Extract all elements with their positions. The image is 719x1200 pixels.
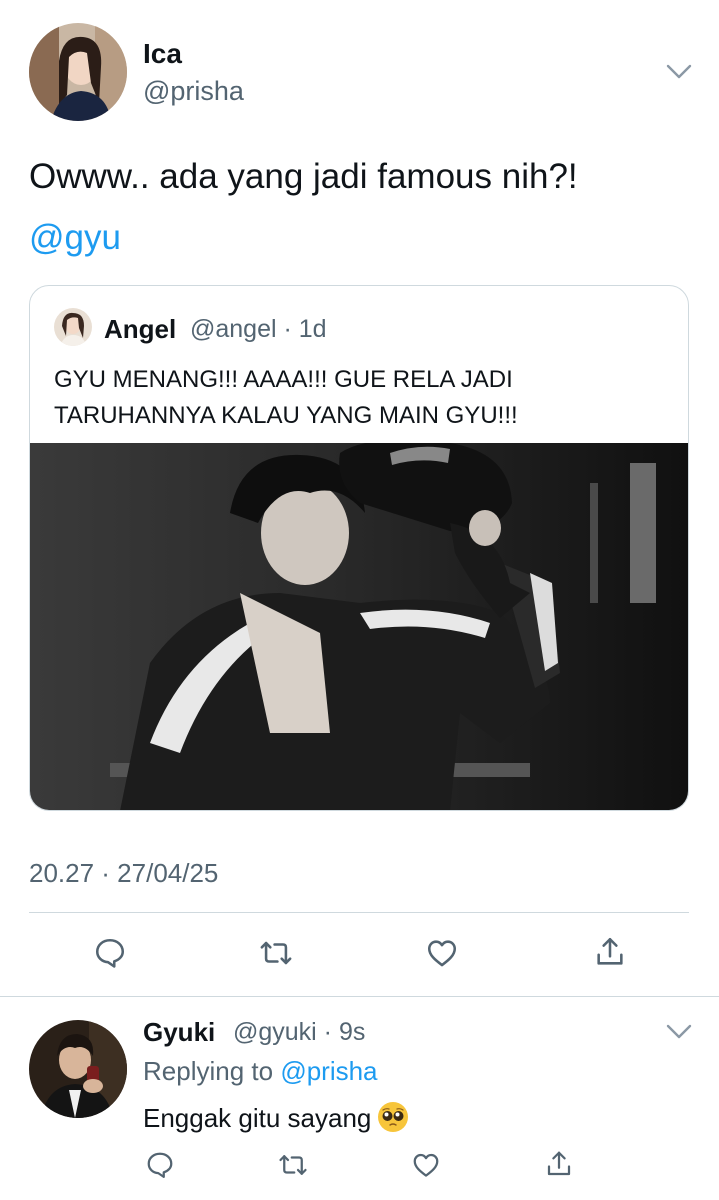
reply-author-avatar[interactable] — [29, 1020, 127, 1118]
replying-to-label: Replying to — [143, 1056, 281, 1086]
like-button[interactable] — [425, 936, 459, 975]
share-icon — [547, 1151, 571, 1176]
quoted-author-avatar[interactable] — [54, 308, 92, 346]
tweet-timestamp[interactable]: 20.27 · 27/04/25 — [29, 858, 218, 889]
author-name[interactable]: Ica — [143, 38, 182, 70]
reply-text: Enggak gitu sayang — [143, 1101, 409, 1134]
reply-retweet-button[interactable] — [278, 1150, 308, 1185]
quoted-author-name: Angel — [104, 314, 177, 344]
quoted-tweet-card[interactable]: Angel @angel · 1d GYU MENANG!!! AAAA!!! … — [29, 285, 689, 811]
reply-text-content: Enggak gitu sayang — [143, 1103, 372, 1133]
author-avatar[interactable] — [29, 23, 127, 121]
quoted-text-line: TARUHANNYA KALAU YANG MAIN GYU!!! — [54, 402, 518, 429]
mention-link[interactable]: @gyu — [29, 218, 121, 258]
replying-to: Replying to @prisha — [143, 1056, 378, 1087]
replying-to-handle[interactable]: @prisha — [280, 1056, 377, 1086]
share-button[interactable] — [593, 935, 627, 974]
quoted-tweet-photo[interactable] — [30, 439, 688, 810]
more-options-button[interactable] — [666, 64, 692, 85]
author-handle[interactable]: @prisha — [143, 76, 244, 107]
quoted-text-line: GYU MENANG!!! AAAA!!! GUE RELA JADI — [54, 366, 513, 393]
reply-icon — [147, 1152, 173, 1178]
retweet-button[interactable] — [259, 936, 293, 975]
chevron-down-icon — [666, 1024, 692, 1039]
reply-like-button[interactable] — [411, 1150, 441, 1185]
chevron-down-icon — [666, 64, 692, 79]
reply-icon — [95, 938, 125, 968]
heart-icon — [427, 940, 457, 967]
reply-button[interactable] — [93, 936, 127, 975]
heart-icon — [413, 1153, 439, 1177]
quoted-tweet-text: GYU MENANG!!! AAAA!!! GUE RELA JADI TARU… — [54, 362, 674, 434]
reply-more-options-button[interactable] — [666, 1024, 692, 1045]
pleading-face-emoji — [378, 1102, 409, 1132]
reply-reply-button[interactable] — [145, 1150, 175, 1185]
quoted-author-handle: @angel · 1d — [190, 315, 327, 343]
divider — [0, 996, 719, 997]
retweet-icon — [279, 1155, 307, 1175]
divider — [29, 912, 689, 913]
reply-author-handle[interactable]: @gyuki · 9s — [233, 1018, 365, 1047]
reply-share-button[interactable] — [544, 1149, 574, 1184]
tweet-text: Owww.. ada yang jadi famous nih?! — [29, 157, 578, 196]
share-icon — [597, 937, 623, 965]
reply-author-name[interactable]: Gyuki — [143, 1017, 215, 1048]
retweet-icon — [260, 941, 292, 965]
